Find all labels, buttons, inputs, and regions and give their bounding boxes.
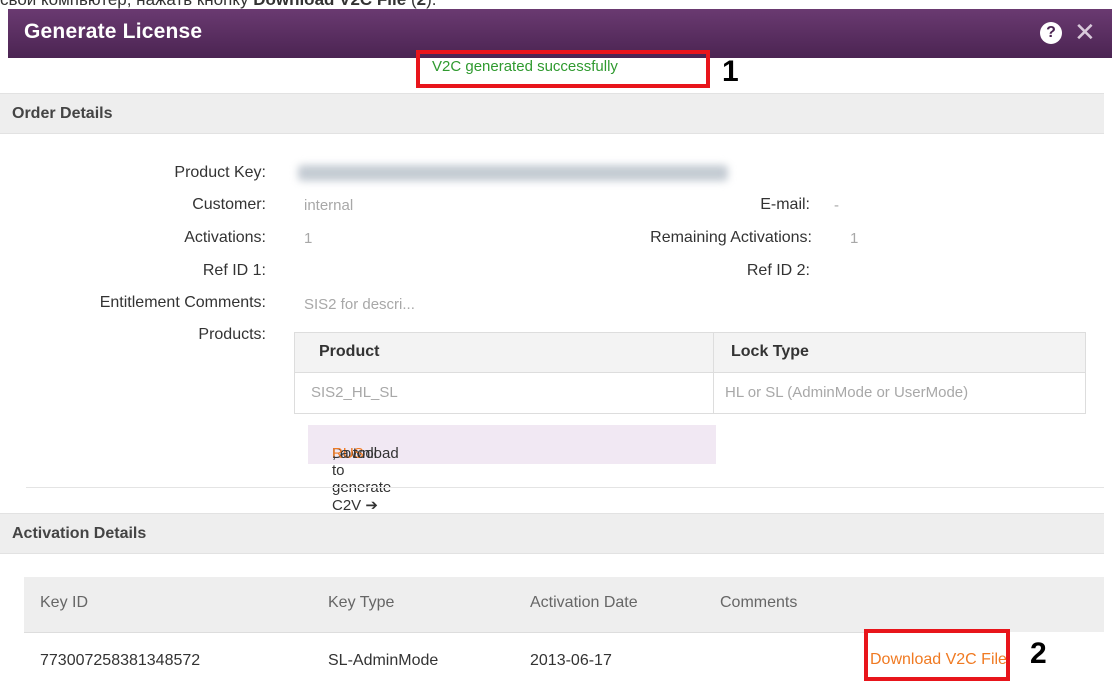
download-v2c-file-link[interactable]: Download V2C File — [870, 651, 1007, 669]
products-label: Products: — [198, 326, 266, 343]
table-row: SIS2_HL_SL HL or SL (AdminMode or UserMo… — [295, 373, 1085, 413]
activations-value: 1 — [304, 230, 313, 247]
product-key-label: Product Key: — [174, 164, 266, 181]
page-text-bold-2: 2 — [417, 0, 426, 9]
page-text-suffix: ( — [406, 0, 417, 9]
ref-id-1-label: Ref ID 1: — [202, 262, 266, 279]
annotation-marker-1: 1 — [722, 55, 739, 88]
email-label: E-mail: — [760, 196, 810, 213]
page-text-cutoff: свой компьютер, нажать кнопку Download V… — [0, 0, 1112, 9]
lock-type-cell: HL or SL (AdminMode or UserMode) — [725, 384, 969, 401]
key-id-cell: 773007258381348572 — [40, 652, 201, 669]
page-text-bold: Download V2C File — [253, 0, 406, 9]
section-divider — [26, 487, 1104, 488]
question-mark-icon[interactable]: ? — [1040, 22, 1062, 44]
activation-details-title: Activation Details — [12, 525, 147, 542]
entitlement-comments-label: Entitlement Comments: — [99, 294, 266, 311]
key-type-cell: SL-AdminMode — [328, 652, 439, 669]
download-rus-banner: Download RUS, a tool to generate C2V ➔ — [308, 425, 716, 514]
order-details-title: Order Details — [12, 105, 113, 122]
column-header-lock-type: Lock Type — [731, 343, 809, 360]
ref-id-2-label: Ref ID 2: — [746, 262, 810, 279]
column-header-activation-date: Activation Date — [530, 594, 638, 611]
activations-label: Activations: — [184, 229, 266, 246]
column-header-product: Product — [319, 343, 380, 360]
annotation-marker-2: 2 — [1030, 637, 1047, 670]
row-divider — [24, 632, 864, 633]
product-cell: SIS2_HL_SL — [311, 384, 398, 401]
products-table-header: Product Lock Type — [295, 333, 1085, 373]
status-message: V2C generated successfully — [432, 58, 618, 75]
customer-value: internal — [304, 197, 354, 214]
order-details-header: Order Details — [0, 93, 1104, 134]
product-key-value-blurred — [298, 165, 728, 181]
page-text-end: ). — [426, 0, 436, 9]
column-header-comments: Comments — [720, 594, 798, 611]
remaining-activations-label: Remaining Activations: — [650, 229, 812, 246]
dialog-title: Generate License — [24, 20, 203, 43]
entitlement-comments-value: SIS2 for descri... — [304, 296, 415, 313]
column-header-key-id: Key ID — [40, 594, 89, 611]
remaining-activations-value: 1 — [850, 230, 859, 247]
column-header-key-type: Key Type — [328, 594, 395, 611]
column-divider — [713, 333, 714, 413]
page-text-prefix: свой компьютер, нажать кнопку — [0, 0, 253, 9]
close-icon[interactable]: ✕ — [1074, 18, 1096, 46]
activation-table-header: Key ID Key Type Activation Date Comments — [24, 577, 1104, 632]
activation-date-cell: 2013-06-17 — [530, 652, 612, 669]
products-table: Product Lock Type SIS2_HL_SL HL or SL (A… — [294, 332, 1086, 414]
rus-suffix: , a tool to generate C2V ➔ — [332, 445, 392, 514]
activation-details-header: Activation Details — [0, 513, 1104, 554]
customer-label: Customer: — [192, 196, 266, 213]
email-value: - — [834, 197, 839, 214]
